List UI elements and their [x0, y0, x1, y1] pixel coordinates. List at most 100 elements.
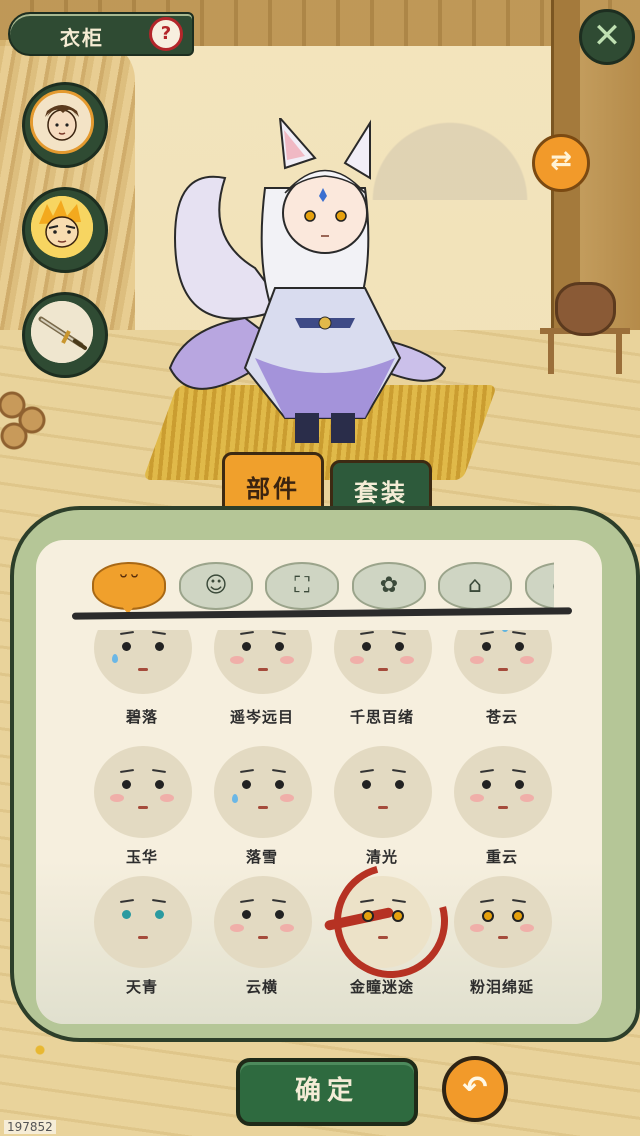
item-label: 落雪	[245, 848, 278, 866]
face-item[interactable]: 千思百绪	[322, 630, 442, 758]
face-thumbnail	[334, 746, 432, 838]
item-label: 粉泪绵延	[469, 978, 534, 996]
mouth	[498, 936, 508, 939]
item-label: 云横	[245, 978, 278, 996]
page-title: 衣柜	[60, 26, 104, 50]
undo-button[interactable]: ↶	[442, 1056, 508, 1122]
blush	[520, 656, 534, 664]
tab-parts-label: 部件	[246, 475, 300, 503]
hair-icon: ☺	[204, 573, 228, 598]
face-thumbnail	[94, 876, 192, 968]
blush	[400, 656, 414, 664]
brow	[238, 632, 288, 636]
face-icon: ˘˘	[118, 573, 140, 598]
brow	[118, 900, 168, 904]
blush	[110, 794, 124, 802]
face-item-selected[interactable]: 金瞳迷途	[313, 843, 469, 999]
blush	[470, 656, 484, 664]
tear-mark	[232, 794, 238, 803]
item-label: 玉华	[125, 848, 158, 866]
firewood-pile	[0, 390, 52, 450]
category-cape[interactable]: ⌂	[438, 562, 512, 610]
confirm-button[interactable]: 确定	[236, 1058, 418, 1126]
cape-icon: ⌂	[468, 573, 482, 598]
mouth	[378, 806, 388, 809]
golden-monkey-avatar	[31, 196, 93, 258]
watermark: 197852	[4, 1120, 56, 1134]
face-item[interactable]: 清光	[322, 740, 442, 868]
blush	[160, 794, 174, 802]
brow	[118, 632, 168, 636]
item-label: 金瞳迷途	[349, 978, 414, 996]
blush	[520, 794, 534, 802]
category-bar[interactable]: ˘˘ ☺ ⛶ ✿ ⌂ ◐	[92, 562, 554, 612]
face-item[interactable]: 落雪	[202, 740, 322, 868]
sword-avatar	[31, 301, 93, 363]
eyes	[356, 780, 410, 792]
eyes	[116, 642, 170, 654]
character-select-sword[interactable]	[22, 292, 108, 378]
eyes	[236, 780, 290, 792]
character-select-monkey[interactable]	[22, 187, 108, 273]
item-label: 重云	[485, 848, 518, 866]
category-hair[interactable]: ☺	[179, 562, 253, 610]
mouth	[138, 806, 148, 809]
face-item[interactable]: 玉华	[82, 740, 202, 868]
mouth	[498, 806, 508, 809]
mouth	[138, 936, 148, 939]
face-thumbnail	[94, 630, 192, 694]
face-thumbnail	[334, 630, 432, 694]
face-item[interactable]: 云横	[202, 870, 322, 998]
face-item[interactable]: 天青	[82, 870, 202, 998]
brow	[238, 770, 288, 774]
mouth	[258, 936, 268, 939]
item-label: 千思百绪	[349, 708, 414, 726]
brow	[358, 900, 408, 904]
eyes	[116, 780, 170, 792]
face-item[interactable]: 重云	[442, 740, 562, 868]
boy-avatar	[30, 90, 94, 154]
face-item-grid[interactable]: 碧落 遥岑远目 千思百绪 苍云 玉华 落雪 清光 重云 天青 云横 金瞳迷途 粉…	[82, 630, 562, 1010]
category-clothes[interactable]: ⛶	[265, 562, 339, 610]
eyes	[236, 642, 290, 654]
face-item[interactable]: 粉泪绵延	[442, 870, 562, 998]
category-more[interactable]: ◐	[525, 562, 554, 610]
face-thumbnail	[454, 746, 552, 838]
brow	[238, 900, 288, 904]
blush	[280, 794, 294, 802]
category-face[interactable]: ˘˘	[92, 562, 166, 610]
character-select-boy[interactable]	[22, 82, 108, 168]
blush	[520, 924, 534, 932]
tear-mark	[112, 654, 118, 663]
item-label: 天青	[125, 978, 158, 996]
item-label: 碧落	[125, 708, 158, 726]
eyes	[476, 910, 530, 922]
face-thumbnail	[454, 630, 552, 694]
close-button[interactable]: ✕	[579, 9, 635, 65]
brow	[358, 632, 408, 636]
brow	[478, 900, 528, 904]
eyes	[356, 642, 410, 654]
face-item[interactable]: 苍云	[442, 630, 562, 758]
brow	[118, 770, 168, 774]
flower-icon: ✿	[379, 573, 399, 598]
eyes	[476, 642, 530, 654]
clay-pot	[555, 282, 616, 336]
blush	[280, 924, 294, 932]
blush	[230, 924, 244, 932]
rotate-character-button[interactable]: ⇄	[532, 134, 590, 192]
blush	[280, 656, 294, 664]
close-icon: ✕	[592, 16, 622, 56]
brow	[478, 770, 528, 774]
brow	[478, 632, 528, 636]
blush	[470, 924, 484, 932]
mouth	[378, 668, 388, 671]
help-button[interactable]: ?	[149, 17, 183, 51]
face-item[interactable]: 碧落	[82, 630, 202, 758]
blush	[230, 656, 244, 664]
face-item[interactable]: 遥岑远目	[202, 630, 322, 758]
clothes-icon: ⛶	[294, 573, 310, 598]
category-accessory[interactable]: ✿	[352, 562, 426, 610]
face-thumbnail	[94, 746, 192, 838]
item-label: 遥岑远目	[229, 708, 294, 726]
